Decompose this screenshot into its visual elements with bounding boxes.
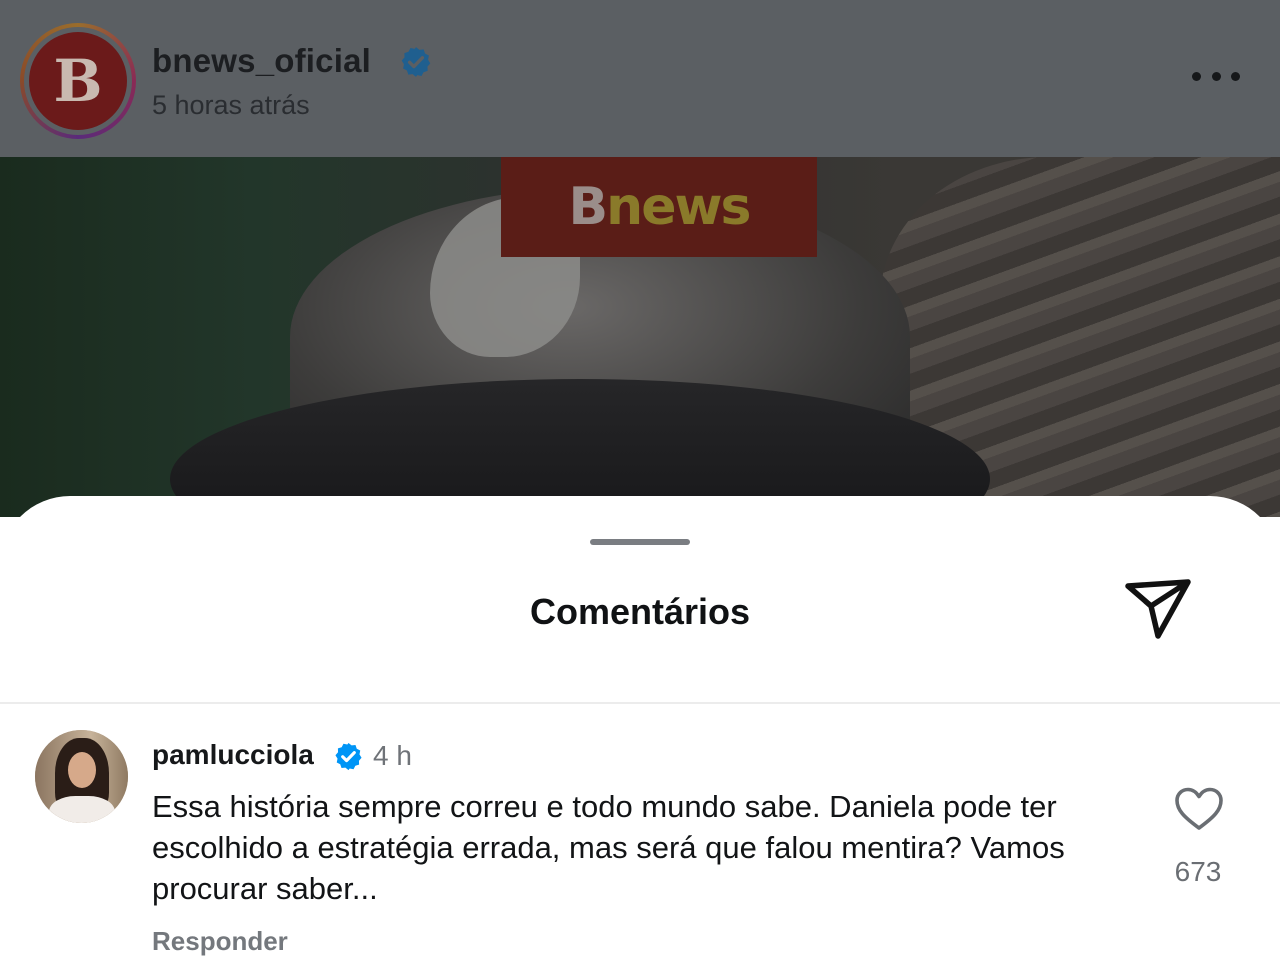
more-options-icon[interactable] [1192,72,1240,84]
post-time: 5 horas atrás [152,90,310,120]
comment-avatar[interactable] [35,730,128,823]
verified-badge-icon [335,742,362,771]
account-avatar[interactable]: B [20,23,136,139]
comment-text: Essa história sempre correu e todo mundo… [152,789,1065,906]
verified-badge-icon [401,47,431,77]
reply-button[interactable]: Responder [152,926,288,957]
share-icon[interactable] [1124,578,1192,640]
divider [0,702,1280,704]
like-count: 673 [1174,856,1222,887]
sheet-title: Comentários [529,591,751,632]
avatar-logo-letter: B [53,47,103,115]
account-name[interactable]: bnews_oficial [152,42,371,80]
comments-sheet: Comentários pamlucciola 4 h Essa históri… [0,496,1280,961]
comment-username[interactable]: pamlucciola [152,739,314,771]
heart-icon[interactable] [1174,786,1224,832]
bnews-watermark-logo: Bnews [501,157,817,257]
post-image: Bnews [0,157,1280,517]
comment-time: 4 h [373,740,412,771]
post-header: B bnews_oficial 5 horas atrás [0,0,1280,157]
drag-handle[interactable] [590,539,690,545]
